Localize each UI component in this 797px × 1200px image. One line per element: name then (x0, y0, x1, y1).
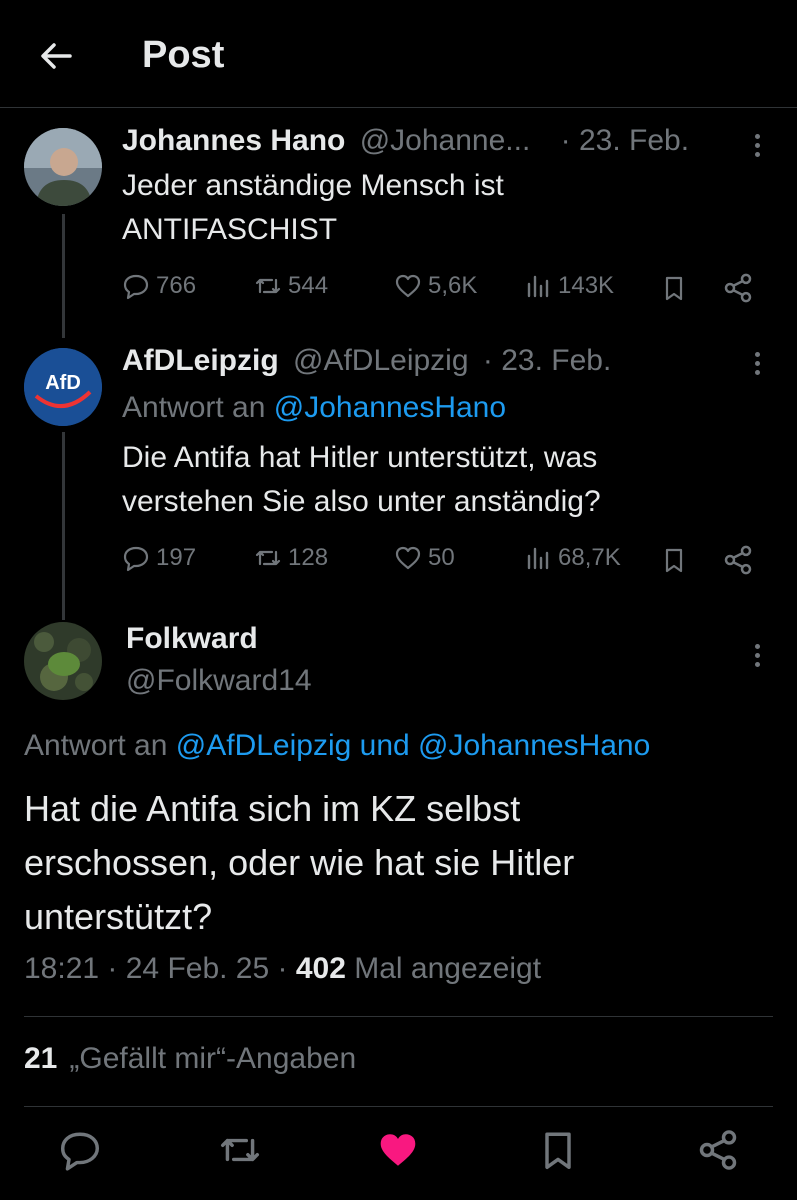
post-actions: 197 128 50 68,7K (122, 544, 762, 584)
view-count: 402 (295, 952, 346, 985)
views-button[interactable]: 143K (524, 272, 614, 300)
bookmark-icon[interactable] (536, 1128, 580, 1172)
divider (24, 1016, 773, 1017)
more-options-icon[interactable] (752, 644, 762, 672)
display-name[interactable]: Folkward (126, 622, 312, 656)
display-name[interactable]: Johannes Hano (122, 124, 345, 157)
views-button[interactable]: 68,7K (524, 544, 621, 572)
main-post-header: Folkward @Folkward14 (126, 622, 312, 698)
reply-icon (123, 546, 149, 572)
divider (24, 1106, 773, 1107)
repost-button[interactable]: 128 (254, 544, 328, 572)
views-icon (527, 275, 549, 298)
like-button[interactable]: 5,6K (394, 272, 477, 300)
handle[interactable]: @AfDLeipzig (293, 344, 469, 377)
top-bar: Post (0, 0, 797, 108)
share-icon[interactable] (722, 272, 754, 304)
repost-icon[interactable] (218, 1128, 262, 1172)
avatar[interactable] (24, 622, 102, 700)
post-text: Jeder anständige Mensch ist ANTIFASCHIST (122, 169, 504, 246)
thread-connector (62, 214, 65, 338)
handle[interactable]: @Folkward14 (126, 664, 312, 698)
more-options-icon[interactable] (752, 134, 762, 162)
reply-icon (123, 274, 149, 300)
views-icon (527, 547, 549, 570)
post-date[interactable]: · 23. Feb. (561, 124, 689, 157)
post-header: Johannes Hano @Johanne... · 23. Feb. (122, 124, 689, 158)
more-options-icon[interactable] (752, 352, 762, 380)
reply-button[interactable]: 766 (122, 272, 196, 300)
repost-icon (255, 550, 281, 566)
like-button[interactable]: 50 (394, 544, 455, 572)
reply-context: Antwort an @JohannesHano (122, 391, 507, 424)
avatar-logo-text: AfD (45, 372, 81, 394)
share-icon[interactable] (696, 1128, 740, 1172)
post-actions: 766 544 5,6K 143K (122, 272, 762, 312)
repost-button[interactable]: 544 (254, 272, 328, 300)
thread-connector (62, 432, 65, 620)
mention-link[interactable]: @JohannesHano (274, 391, 506, 424)
post-date[interactable]: · 23. Feb. (483, 344, 611, 377)
handle[interactable]: @Johanne... (360, 124, 531, 157)
reply-icon[interactable] (58, 1128, 102, 1172)
post-header: AfDLeipzig @AfDLeipzig · 23. Feb. (122, 344, 611, 378)
timestamp[interactable]: 18:21 · 24 Feb. 25 · (24, 952, 296, 985)
post-text: Die Antifa hat Hitler unterstützt, was v… (122, 441, 601, 518)
mention-link[interactable]: @AfDLeipzig und @JohannesHano (176, 729, 651, 762)
avatar[interactable]: AfD (24, 348, 102, 426)
share-icon[interactable] (722, 544, 754, 576)
post-meta: 18:21 · 24 Feb. 25 · 402 Mal angezeigt (24, 952, 542, 985)
liked-heart-icon[interactable] (376, 1128, 420, 1172)
bookmark-icon[interactable] (660, 544, 688, 576)
avatar[interactable] (24, 128, 102, 206)
reply-button[interactable]: 197 (122, 544, 196, 572)
back-arrow-icon[interactable] (36, 36, 76, 76)
main-post-text: Hat die Antifa sich im KZ selbst erschos… (24, 788, 575, 937)
reply-context: Antwort an @AfDLeipzig und @JohannesHano (24, 729, 651, 762)
likes-summary[interactable]: 21 „Gefällt mir“-Angaben (24, 1042, 356, 1076)
heart-icon (395, 274, 421, 298)
heart-icon (395, 546, 421, 570)
repost-icon (255, 278, 281, 294)
main-post-actions (0, 1120, 797, 1180)
page-title: Post (142, 34, 225, 76)
display-name[interactable]: AfDLeipzig (122, 344, 279, 377)
bookmark-icon[interactable] (660, 272, 688, 304)
